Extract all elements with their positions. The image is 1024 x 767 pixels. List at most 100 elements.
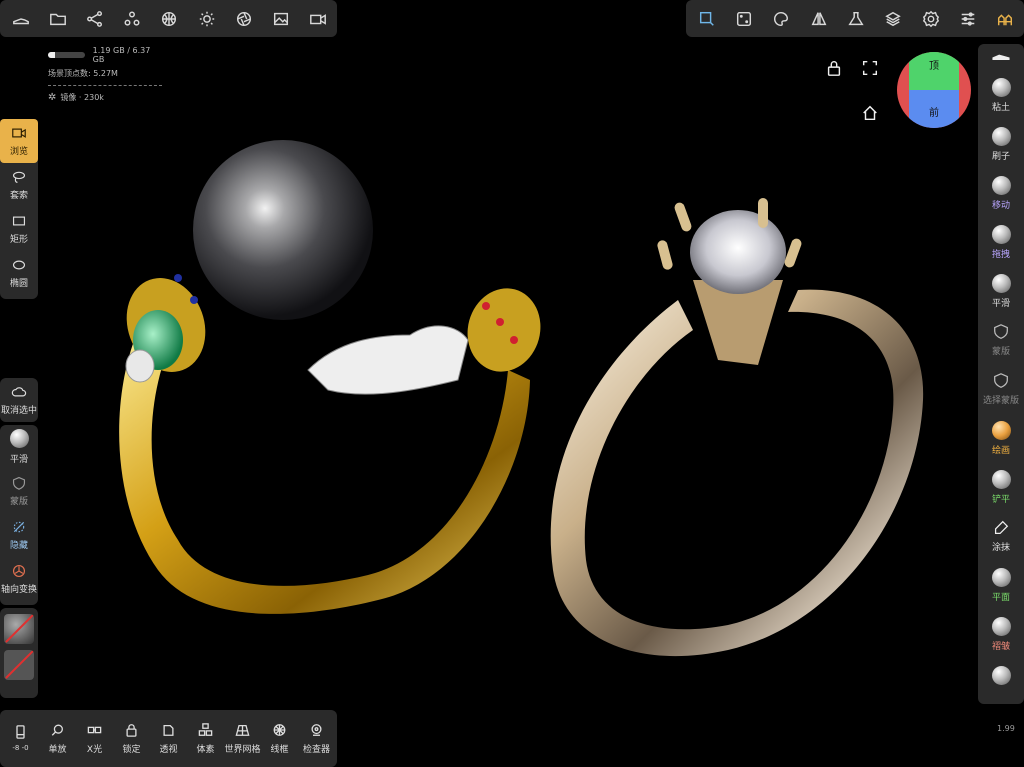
brush-plane[interactable]: 平面	[978, 568, 1024, 617]
aperture-icon[interactable]	[225, 0, 262, 38]
sphere-grid-icon[interactable]	[151, 0, 188, 38]
rectangle-icon	[12, 216, 26, 225]
layers-icon[interactable]	[875, 0, 912, 38]
tool-browse[interactable]: 浏览	[0, 119, 38, 163]
tool-lasso[interactable]: 套索	[0, 163, 38, 207]
smooth-ball-icon	[9, 429, 29, 448]
shoe-icon[interactable]	[2, 0, 39, 38]
more-ball-icon	[991, 666, 1011, 685]
palette-icon[interactable]	[763, 0, 800, 38]
glasses-icon	[87, 726, 102, 733]
mirror-icon: ✲	[48, 92, 57, 103]
tool-ellipse[interactable]: 椭圆	[0, 251, 38, 295]
brush-shoe[interactable]	[978, 50, 1024, 78]
pearl-side-small	[125, 349, 155, 383]
mask-shield-icon	[994, 324, 1008, 339]
brush-crease[interactable]: 褶皱	[978, 617, 1024, 666]
brush-drag[interactable]: 拖拽	[978, 225, 1024, 274]
mask-shield-icon	[12, 476, 26, 490]
bottom-phone[interactable]: -8 -0	[2, 725, 39, 752]
view-front-label[interactable]: 前	[929, 106, 939, 119]
tool-axis-transform[interactable]: 轴向变换	[0, 557, 38, 601]
lock-icon[interactable]	[825, 59, 843, 77]
bottom-perspective[interactable]: 透视	[150, 723, 187, 755]
cloud-icon	[11, 386, 27, 396]
smooth-ball-icon	[991, 274, 1011, 293]
wireframe-icon	[273, 723, 286, 736]
sliders-icon[interactable]	[949, 0, 986, 38]
tool-rectangle[interactable]: 矩形	[0, 207, 38, 251]
brush-move[interactable]: 移动	[978, 176, 1024, 225]
deselect-button[interactable]: 取消选中	[0, 378, 38, 422]
memory-bar	[48, 52, 85, 58]
brush-brush[interactable]: 刷子	[978, 127, 1024, 176]
tool-smooth[interactable]: 平滑	[0, 425, 38, 469]
gear-icon[interactable]	[912, 0, 949, 38]
flask-icon[interactable]	[837, 0, 874, 38]
bottom-lock[interactable]: 锁定	[113, 723, 150, 755]
perspective-icon	[163, 724, 174, 736]
bottom-wireframe[interactable]: 线框	[261, 723, 298, 755]
flatten-ball-icon	[991, 470, 1011, 489]
material-sphere-slot[interactable]	[4, 614, 34, 644]
scene-stats: 1.19 GB / 6.37 GB 场景顶点数: 5.27M ✲ 镜像 · 23…	[48, 46, 162, 103]
lock-icon	[126, 723, 137, 737]
bottom-world-grid[interactable]: 世界网格	[224, 723, 261, 755]
tool-hide[interactable]: 隐藏	[0, 513, 38, 557]
folder-icon[interactable]	[39, 0, 76, 38]
select-mask-shield-icon	[994, 373, 1008, 388]
axis-transform-icon	[12, 564, 26, 577]
material-empty-slot[interactable]	[4, 650, 34, 680]
dice-icon[interactable]	[725, 0, 762, 38]
drag-ball-icon	[991, 225, 1011, 244]
shoe-icon	[992, 54, 1010, 61]
brush-select-mask[interactable]: 选择蒙版	[978, 372, 1024, 421]
voxel-icon	[198, 722, 213, 736]
brush-flatten[interactable]: 铲平	[978, 470, 1024, 519]
memory-usage: 1.19 GB / 6.37 GB	[92, 46, 151, 64]
video-icon[interactable]	[300, 0, 337, 38]
brush-mask[interactable]: 蒙版	[978, 323, 1024, 372]
share-nodes-icon[interactable]	[76, 0, 113, 38]
tool-mask[interactable]: 蒙版	[0, 469, 38, 513]
clay-ball-icon	[991, 78, 1011, 97]
top-toolbar	[0, 0, 337, 37]
brush-smudge[interactable]: 涂抹	[978, 519, 1024, 568]
plane-ball-icon	[991, 568, 1011, 587]
paint-ball-icon	[991, 421, 1011, 440]
diamond	[690, 210, 786, 294]
bottom-xray[interactable]: X光	[76, 723, 113, 755]
image-icon[interactable]	[263, 0, 300, 38]
mirror-triangle-icon[interactable]	[800, 0, 837, 38]
mirror-info: ✲ 镜像 · 230k	[48, 92, 104, 103]
camera-cube-icon[interactable]	[688, 0, 725, 38]
gold-setting-right	[467, 288, 541, 372]
view-top-label[interactable]: 顶	[929, 60, 939, 72]
lasso-icon	[12, 171, 26, 183]
brush-smooth[interactable]: 平滑	[978, 274, 1024, 323]
material-slots	[0, 608, 38, 698]
vertex-count: 场景顶点数: 5.27M	[48, 69, 118, 78]
phone-icon	[16, 725, 25, 739]
app-logo-icon[interactable]	[987, 0, 1024, 38]
world-grid-icon	[235, 724, 250, 736]
sun-icon[interactable]	[188, 0, 225, 38]
fullscreen-icon[interactable]	[861, 59, 879, 77]
viewport-scene[interactable]	[38, 40, 978, 710]
brush-paint[interactable]: 绘画	[978, 421, 1024, 470]
bottom-toolbar: -8 -0 单放 X光 锁定 透视 体素 世界网格 线框 检查器	[0, 710, 337, 767]
inspector-icon	[311, 723, 322, 736]
brush-clay[interactable]: 粘土	[978, 78, 1024, 127]
brush-ball-icon	[991, 127, 1011, 146]
brush-more[interactable]	[978, 666, 1024, 690]
home-icon[interactable]	[861, 104, 879, 122]
molecule-icon[interactable]	[114, 0, 151, 38]
bottom-single[interactable]: 单放	[39, 723, 76, 755]
view-cube[interactable]: 顶 前	[897, 52, 971, 128]
left-selection-tools: 浏览 套索 矩形 椭圆	[0, 119, 38, 299]
crease-ball-icon	[991, 617, 1011, 636]
bottom-voxel[interactable]: 体素	[187, 722, 224, 755]
hide-icon	[13, 521, 25, 532]
bottom-inspector[interactable]: 检查器	[298, 723, 335, 755]
black-pearl	[193, 140, 373, 320]
